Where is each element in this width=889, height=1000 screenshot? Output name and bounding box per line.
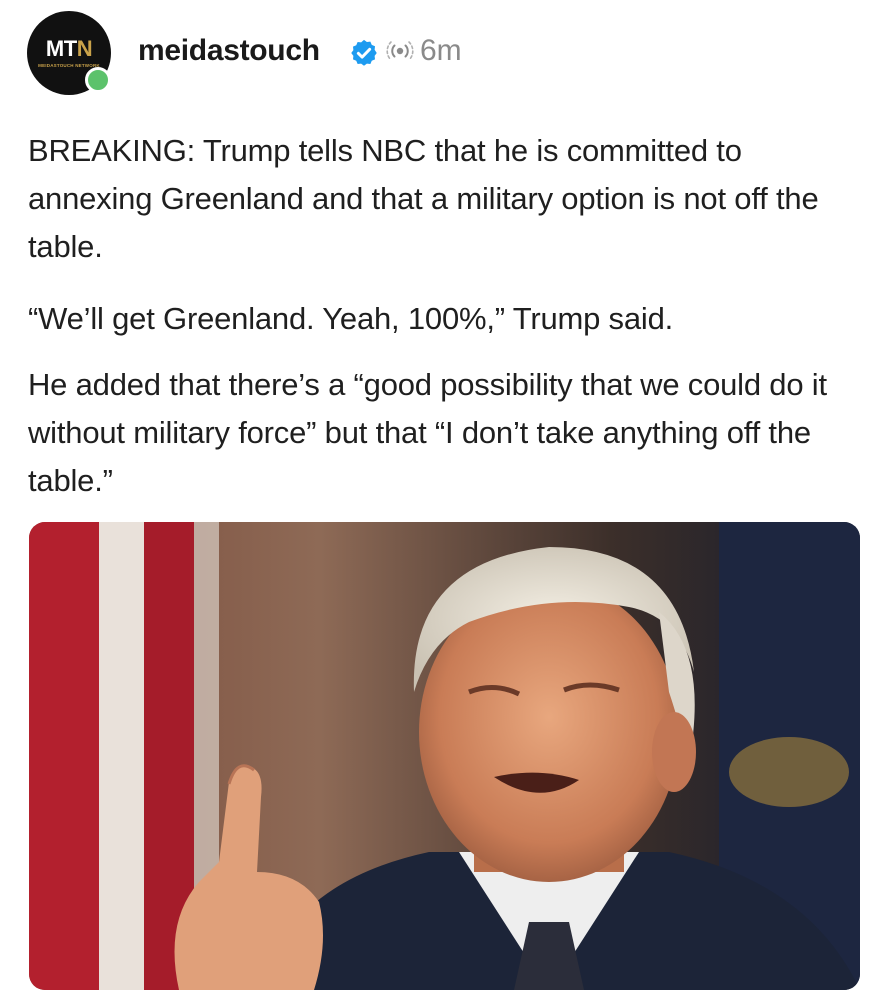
author-username[interactable]: meidastouch bbox=[138, 34, 320, 68]
post-paragraph-3: He added that there’s a “good possibilit… bbox=[28, 367, 827, 498]
broadcast-icon bbox=[386, 41, 414, 61]
post-paragraph-2: “We’ll get Greenland. Yeah, 100%,” Trump… bbox=[28, 301, 674, 336]
avatar-logo-text: MTN bbox=[27, 36, 111, 62]
avatar-logo-accent: N bbox=[76, 36, 93, 61]
post-image[interactable] bbox=[29, 522, 860, 990]
post-timestamp[interactable]: 6m bbox=[420, 34, 462, 68]
post-image-illustration bbox=[29, 522, 860, 990]
post-paragraph-1: BREAKING: Trump tells NBC that he is com… bbox=[28, 133, 819, 264]
social-post: MTN MEIDASTOUCH NETWORK meidastouch 6m B… bbox=[0, 0, 889, 1000]
verified-badge-icon bbox=[351, 39, 377, 66]
avatar-logo-main: MT bbox=[45, 36, 77, 61]
online-status-dot bbox=[85, 67, 111, 93]
post-meta: 6m bbox=[386, 34, 462, 68]
avatar[interactable]: MTN MEIDASTOUCH NETWORK bbox=[27, 11, 111, 95]
